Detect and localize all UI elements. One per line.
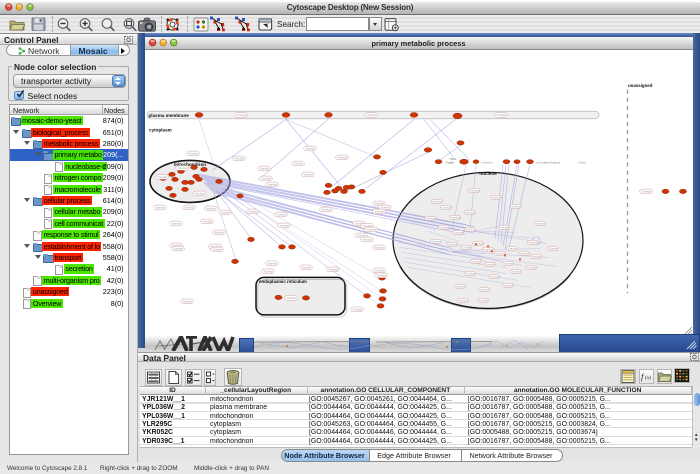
svg-text:Yxx-kd: Yxx-kd <box>184 205 194 209</box>
svg-text:Yxx-kd: Yxx-kd <box>495 251 505 255</box>
svg-text:xkd: xkd <box>449 160 454 164</box>
svg-text:Yxx-kd: Yxx-kd <box>301 265 311 269</box>
svg-text:Yxx-kd: Yxx-kd <box>212 247 222 251</box>
svg-text:endoplasmic reticulum: endoplasmic reticulum <box>259 278 307 283</box>
svg-text:Yxx-kd: Yxx-kd <box>507 246 517 250</box>
svg-text:Yxx-kd: Yxx-kd <box>259 166 269 170</box>
svg-text:Yxx-kd: Yxx-kd <box>267 261 277 265</box>
svg-text:Yxx-kd: Yxx-kd <box>188 151 198 155</box>
svg-text:plasma membrane: plasma membrane <box>149 113 190 118</box>
svg-text:nucleus: nucleus <box>479 170 497 175</box>
svg-text:Yxx-kd: Yxx-kd <box>511 269 521 273</box>
svg-text:Yxx-kd: Yxx-kd <box>441 205 451 209</box>
svg-text:Yxx-kd: Yxx-kd <box>182 299 192 303</box>
svg-text:Yxx-kd: Yxx-kd <box>261 176 271 180</box>
svg-text:Yxx-kd: Yxx-kd <box>519 251 529 255</box>
svg-text:Yxx-kd: Yxx-kd <box>432 199 442 203</box>
svg-text:Yxx-kd: Yxx-kd <box>461 245 471 249</box>
svg-text:Yxx-kd: Yxx-kd <box>453 230 463 234</box>
svg-text:Yxx-kd: Yxx-kd <box>374 245 384 249</box>
svg-text:Yxx-kd: Yxx-kd <box>286 296 296 300</box>
svg-text:Yxx-kd: Yxx-kd <box>328 267 338 271</box>
svg-text:Yxx-kd: Yxx-kd <box>465 227 475 231</box>
svg-text:Yxx-kd: Yxx-kd <box>206 206 216 210</box>
svg-text:Yxx-kd: Yxx-kd <box>305 146 315 150</box>
svg-text:Yxx-kd: Yxx-kd <box>248 209 258 213</box>
svg-text:Yxx-kd: Yxx-kd <box>439 225 449 229</box>
svg-text:Yxx-kd: Yxx-kd <box>641 189 651 193</box>
svg-text:Yxx-kd: Yxx-kd <box>157 175 167 179</box>
svg-text:Yxx-kd: Yxx-kd <box>496 113 506 117</box>
svg-text:Yxx-kd: Yxx-kd <box>469 188 479 192</box>
svg-text:Yxx-kd: Yxx-kd <box>479 287 489 291</box>
svg-text:Yxx-kd: Yxx-kd <box>465 271 475 275</box>
svg-text:Yxx-kd: Yxx-kd <box>267 182 277 186</box>
svg-text:Yxx-kd: Yxx-kd <box>303 172 313 176</box>
svg-text:Yxx-kd: Yxx-kd <box>548 246 558 250</box>
svg-text:Yxx-kd: Yxx-kd <box>431 239 441 243</box>
svg-text:Yxx-kd: Yxx-kd <box>485 262 495 266</box>
svg-text:Yxx-kd: Yxx-kd <box>220 210 230 214</box>
svg-text:Yxx-kd: Yxx-kd <box>155 205 165 209</box>
svg-text:Yxx-kd: Yxx-kd <box>503 261 513 265</box>
svg-text:Yxx-kd: Yxx-kd <box>171 221 181 225</box>
svg-text:Yxx-kd: Yxx-kd <box>194 191 204 195</box>
svg-text:Yxx-kd: Yxx-kd <box>173 246 183 250</box>
svg-text:xxYxxkdxxXxxkxd: xxYxxkdxxXxxkxd <box>536 160 560 164</box>
svg-text:Yxx-kd: Yxx-kd <box>214 230 224 234</box>
svg-text:Yxx-kd: Yxx-kd <box>425 216 435 220</box>
svg-text:Yxx-kd: Yxx-kd <box>471 259 481 263</box>
svg-text:Yxx-kd: Yxx-kd <box>234 156 244 160</box>
svg-text:Yxx-kd: Yxx-kd <box>366 227 376 231</box>
svg-text:Yxx-kd: Yxx-kd <box>511 204 521 208</box>
svg-text:Yxx-kd: Yxx-kd <box>478 298 488 302</box>
svg-text:Yxx-kd: Yxx-kd <box>337 155 347 159</box>
svg-text:Yxx-kd: Yxx-kd <box>499 225 509 229</box>
svg-text:Yxx-kd: Yxx-kd <box>535 221 545 225</box>
svg-text:Yxx-kd: Yxx-kd <box>491 195 501 199</box>
svg-text:Yxx-kd: Yxx-kd <box>352 307 362 311</box>
svg-text:Yxx-kd: Yxx-kd <box>279 223 289 227</box>
svg-text:Yxx-kd: Yxx-kd <box>458 298 468 302</box>
svg-text:Yxx-kd: Yxx-kd <box>528 240 538 244</box>
svg-text:Yxx-kd: Yxx-kd <box>293 161 303 165</box>
svg-text:Yxx-kd: Yxx-kd <box>531 254 541 258</box>
svg-text:YRxd: YRxd <box>449 156 457 160</box>
svg-text:Yxx-kd: Yxx-kd <box>376 273 386 277</box>
svg-text:Yxx-kd: Yxx-kd <box>366 113 376 117</box>
svg-text:Yx-kd xx: Yx-kd xx <box>481 160 493 164</box>
svg-text:Yxx-kd: Yxx-kd <box>321 207 331 211</box>
svg-text:Yxx-kd: Yxx-kd <box>526 265 536 269</box>
svg-text:Yx-kd: Yx-kd <box>578 160 586 164</box>
svg-text:Yxx-kd: Yxx-kd <box>263 269 273 273</box>
svg-text:Yxx-kd: Yxx-kd <box>489 274 499 278</box>
svg-text:Yxx-kd: Yxx-kd <box>236 113 246 117</box>
svg-text:Yxx-kd: Yxx-kd <box>374 268 384 272</box>
svg-text:Yxx-kd: Yxx-kd <box>465 210 475 214</box>
svg-text:Yxx-kd: Yxx-kd <box>455 284 465 288</box>
svg-text:Yxx-kd: Yxx-kd <box>202 219 212 223</box>
svg-text:Yxx-kd: Yxx-kd <box>276 212 286 216</box>
svg-text:Yxx-kd: Yxx-kd <box>503 283 513 287</box>
svg-text:Yxx-kd: Yxx-kd <box>473 241 483 245</box>
svg-text:Yxx-kd: Yxx-kd <box>450 215 460 219</box>
svg-text:Yxx-kd: Yxx-kd <box>177 166 187 170</box>
svg-text:Yxx-kd: Yxx-kd <box>374 209 384 213</box>
svg-text:cytoplasm: cytoplasm <box>149 127 172 132</box>
svg-text:Yxx-kd: Yxx-kd <box>447 242 457 246</box>
svg-text:unassigned: unassigned <box>628 83 653 88</box>
svg-text:Yxx-kd: Yxx-kd <box>362 237 372 241</box>
svg-text:(x): (x) <box>645 374 651 381</box>
